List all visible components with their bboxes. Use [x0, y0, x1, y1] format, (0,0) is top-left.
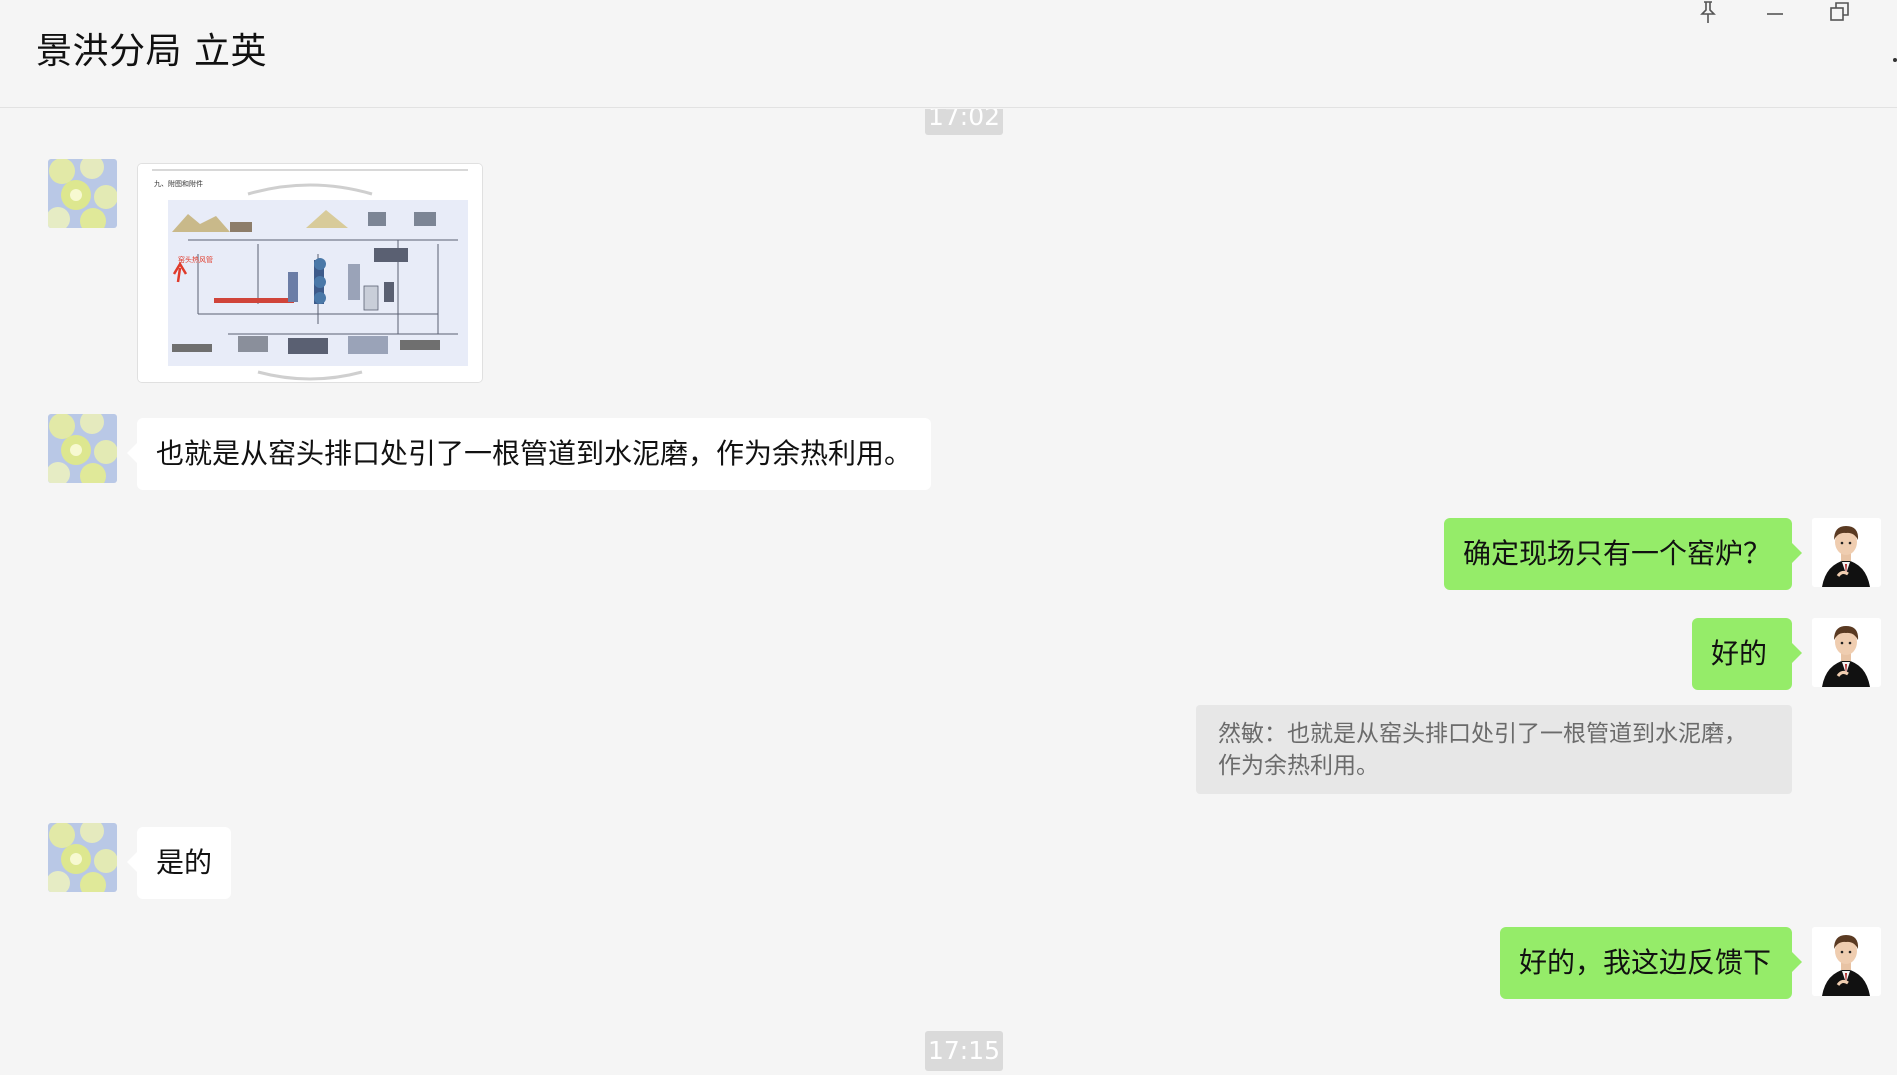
user-avatar[interactable]	[1812, 518, 1881, 587]
message-bubble-incoming[interactable]: 也就是从窑头排口处引了一根管道到水泥磨，作为余热利用。	[127, 418, 931, 490]
message-bubble-outgoing[interactable]: 好的，我这边反馈下	[1500, 927, 1802, 999]
diagram-annotation: 窑头热风管	[178, 255, 213, 264]
more-dot	[1893, 58, 1897, 62]
diagram-heading: 九、附图和附件	[154, 179, 203, 188]
restore-window-icon[interactable]	[1820, 0, 1860, 28]
process-flow-diagram-thumbnail: 九、附图和附件 窑头热风管	[138, 164, 482, 382]
pin-icon[interactable]	[1688, 0, 1728, 28]
chat-title: 景洪分局 立英	[36, 31, 267, 72]
chat-header: 景洪分局 立英	[0, 0, 1897, 108]
user-avatar[interactable]	[1812, 927, 1881, 996]
message-bubble-outgoing[interactable]: 好的	[1692, 618, 1802, 690]
image-message[interactable]: 九、附图和附件 窑头热风管	[137, 163, 483, 383]
message-bubble-outgoing[interactable]: 确定现场只有一个窑炉？	[1444, 518, 1802, 590]
contact-avatar[interactable]	[48, 823, 117, 892]
message-bubble-incoming[interactable]: 是的	[127, 827, 231, 899]
minimize-icon[interactable]	[1755, 0, 1795, 28]
user-avatar[interactable]	[1812, 618, 1881, 687]
timestamp: 17:15	[925, 1031, 1003, 1071]
contact-avatar[interactable]	[48, 159, 117, 228]
contact-avatar[interactable]	[48, 414, 117, 483]
quoted-message[interactable]: 然敏：也就是从窑头排口处引了一根管道到水泥磨， 作为余热利用。	[1196, 705, 1792, 794]
